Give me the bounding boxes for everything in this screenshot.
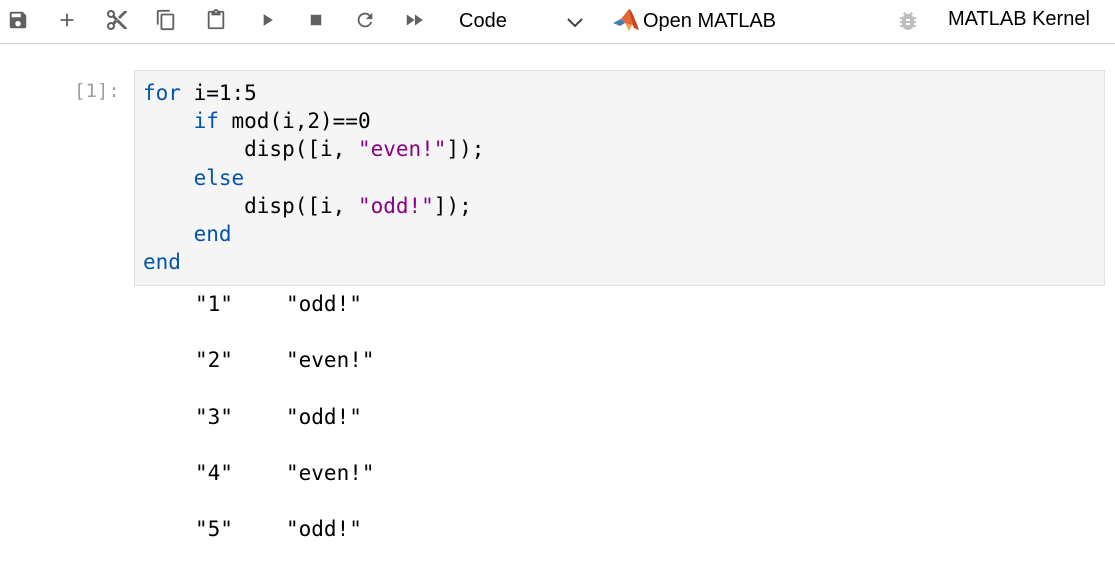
restart-icon [357,12,373,28]
fast-forward-icon [406,14,423,26]
kernel-status-indicator [896,9,920,33]
output-row: "3" "odd!" [195,404,362,429]
chevron-down-icon [567,18,583,28]
stop-button[interactable] [303,6,329,34]
notebook-toolbar: Code Open MATLAB MATLAB Kernel [0,0,1115,44]
cell-output: "1" "odd!" "2" "even!" "3" "odd!" "4" "even!… [195,292,375,573]
code-content: for i=1:5 if mod(i,2)==0 disp([i, "even!… [143,79,484,276]
code-line: disp([i, "odd!"]); [143,193,472,218]
cut-icon [107,10,127,30]
code-line: if mod(i,2)==0 [193,109,371,134]
output-row: "2" "even!" [195,348,375,373]
copy-icon [156,9,175,31]
cell-type-value: Code [459,9,507,32]
cell-prompt: [1]: [74,80,120,102]
run-all-button[interactable] [402,6,428,34]
run-button[interactable] [254,6,280,34]
code-line: disp([i, "even!"]); [143,137,485,162]
restart-button[interactable] [352,6,378,34]
stop-icon [310,14,322,26]
code-line: end [193,222,232,247]
open-matlab-label: Open MATLAB [643,9,777,32]
output-row: "1" "odd!" [195,292,362,316]
bug-icon [900,12,916,30]
run-icon [263,14,273,26]
paste-button[interactable] [203,6,229,34]
code-line: end [143,250,181,275]
open-matlab-button[interactable]: Open MATLAB [612,4,776,38]
output-row: "5" "odd!" [195,517,362,542]
paste-icon [207,9,225,30]
add-icon [60,13,74,27]
code-line: for i=1:5 [143,81,257,105]
cell-type-select[interactable]: Code [452,4,592,38]
kernel-name: MATLAB Kernel [948,8,1090,30]
add-cell-button[interactable] [54,6,80,34]
code-cell-editor[interactable]: for i=1:5 if mod(i,2)==0 disp([i, "even!… [134,70,1105,286]
matlab-logo-icon [613,9,639,31]
cut-button[interactable] [104,6,130,34]
save-button[interactable] [5,6,31,34]
save-icon [9,11,27,29]
copy-button[interactable] [153,6,179,34]
code-line: else [193,165,245,190]
output-row: "4" "even!" [195,460,375,485]
